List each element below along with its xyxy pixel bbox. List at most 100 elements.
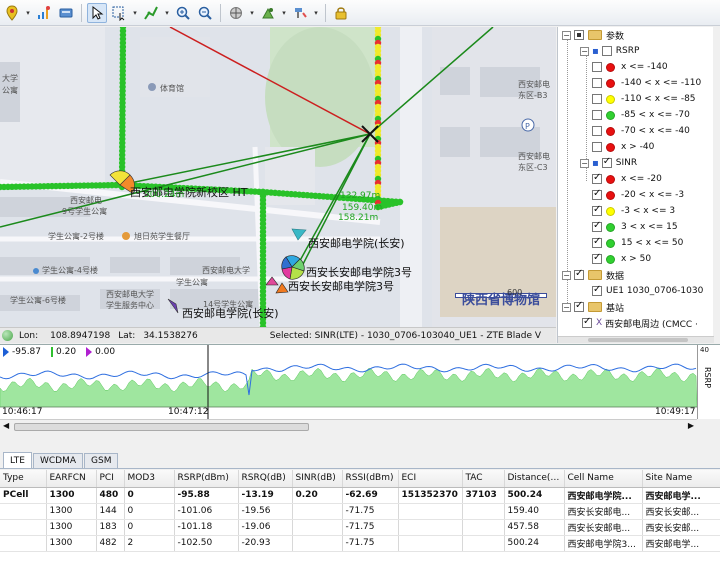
column-header[interactable]: Cell Name <box>564 470 643 488</box>
zoom-out-icon[interactable] <box>195 3 215 23</box>
tree-node-rsrp[interactable]: − ▪ RSRP <box>580 43 639 59</box>
sinr-checkbox[interactable] <box>601 156 612 168</box>
rsrp-range-item[interactable]: -110 < x <= -85 <box>592 91 696 107</box>
column-header[interactable]: Site Name <box>642 470 720 488</box>
layer-tree-panel[interactable]: − 参数 − ▪ RSRP x <= -140 -140 < x <= -110 -… <box>557 27 720 343</box>
paint-icon[interactable] <box>290 3 310 23</box>
rsrp-range-checkbox[interactable] <box>592 94 602 104</box>
sinr-range-item[interactable]: 15 < x <= 50 <box>592 235 683 251</box>
table-cell <box>0 535 47 552</box>
column-header[interactable]: EARFCN <box>46 470 97 488</box>
sinr-range-item[interactable]: 3 < x <= 15 <box>592 219 678 235</box>
sinr-range-checkbox[interactable] <box>592 188 602 200</box>
expander-minus-icon[interactable]: − <box>562 302 571 312</box>
paint-dropdown-icon[interactable]: ▾ <box>312 3 320 23</box>
sinr-range-item[interactable]: -3 < x <= 3 <box>592 203 675 219</box>
select-area-icon[interactable] <box>109 3 129 23</box>
expander-minus-icon[interactable]: − <box>562 30 571 40</box>
scroll-left-icon[interactable]: ◀ <box>3 421 9 430</box>
data-item-checkbox[interactable] <box>592 284 602 296</box>
style-dropdown-icon[interactable]: ▾ <box>280 3 288 23</box>
map-view[interactable]: P 大学 公寓 体育馆 西安邮电 东区-B3 西安邮电 东区-C3 西安邮电 9… <box>0 27 556 327</box>
pointer-icon[interactable] <box>87 2 107 23</box>
tree-node-base-item[interactable]: Ⅹ 西安邮电周边 (CMCC · <box>582 315 698 331</box>
column-header[interactable]: SINR(dB) <box>292 470 343 488</box>
table-row[interactable]: 1300 183 0 -101.18 -19.06 -71.75 457.58 西安长安邮电.… <box>0 519 720 536</box>
column-header[interactable]: Type <box>0 470 47 488</box>
rsrp-range-checkbox[interactable] <box>592 62 602 72</box>
tree-node-base[interactable]: − 基站 <box>562 299 624 315</box>
lock-icon[interactable] <box>331 3 351 23</box>
pan-dropdown-icon[interactable]: ▾ <box>248 3 256 23</box>
data-checkbox[interactable] <box>574 268 584 280</box>
tab-wcdma[interactable]: WCDMA <box>32 453 84 468</box>
site-label-changan-3b[interactable]: 西安长安邮电学院3号 <box>288 278 394 294</box>
table-row[interactable]: 1300 482 2 -102.50 -20.93 -71.75 500.24 西安邮电学院3… <box>0 535 720 552</box>
column-header[interactable]: ECI <box>398 470 463 488</box>
column-header[interactable]: Distance(m) <box>504 470 565 488</box>
layers-icon[interactable] <box>56 3 76 23</box>
style-icon[interactable] <box>258 3 278 23</box>
table-row[interactable]: 1300 144 0 -101.06 -19.56 -71.75 159.40 西安长安邮电.… <box>0 503 720 520</box>
column-header[interactable]: MOD3 <box>124 470 175 488</box>
rsrp-range-item[interactable]: x > -40 <box>592 139 654 155</box>
column-header[interactable]: PCI <box>96 470 125 488</box>
column-header[interactable]: RSRQ(dB) <box>238 470 293 488</box>
expander-minus-icon[interactable]: − <box>580 158 589 168</box>
sinr-range-checkbox[interactable] <box>592 204 602 216</box>
zoom-in-icon[interactable] <box>173 3 193 23</box>
sinr-range-checkbox[interactable] <box>592 236 602 248</box>
route-icon[interactable] <box>141 3 161 23</box>
sinr-range-item[interactable]: x <= -20 <box>592 171 662 187</box>
sinr-range-checkbox[interactable] <box>592 220 602 232</box>
params-checkbox[interactable] <box>574 30 584 40</box>
tree-horizontal-scrollbar[interactable] <box>558 336 714 343</box>
table-row[interactable]: PCell 1300 480 0 -95.88 -13.19 0.20 -62.69 15135… <box>0 487 720 504</box>
tree-node-sinr[interactable]: − ▪ SINR <box>580 155 637 171</box>
sinr-range-item[interactable]: -20 < x <= -3 <box>592 187 684 203</box>
table-cell <box>462 535 505 552</box>
time-series-chart[interactable]: -95.87 0.20 0.00 10:46:17 10:47:12 10:49:1… <box>0 344 720 433</box>
scroll-right-icon[interactable]: ▶ <box>688 421 694 430</box>
rsrp-range-checkbox[interactable] <box>592 126 602 136</box>
expander-minus-icon[interactable]: − <box>562 270 571 280</box>
chart-horizontal-scrollbar[interactable]: ◀ ▶ <box>0 419 697 433</box>
column-header[interactable]: RSSI(dBm) <box>342 470 399 488</box>
cell-table[interactable]: Type EARFCN PCI MOD3 RSRP(dBm) RSRQ(dB) SINR(d… <box>0 470 720 563</box>
route-dropdown-icon[interactable]: ▾ <box>163 3 171 23</box>
expander-minus-icon[interactable]: − <box>580 46 589 56</box>
tree-node-data-item[interactable]: UE1 1030_0706-1030 <box>592 283 703 299</box>
rsrp-range-item[interactable]: x <= -140 <box>592 59 668 75</box>
rsrp-range-checkbox[interactable] <box>592 142 602 152</box>
signal-icon[interactable] <box>34 3 54 23</box>
base-item-checkbox[interactable] <box>582 316 592 328</box>
rsrp-range-item[interactable]: -140 < x <= -110 <box>592 75 701 91</box>
column-header[interactable]: TAC <box>462 470 505 488</box>
sinr-range-checkbox[interactable] <box>592 252 602 264</box>
tab-gsm[interactable]: GSM <box>84 453 119 468</box>
locate-dropdown-icon[interactable]: ▾ <box>24 3 32 23</box>
tree-node-data[interactable]: − 数据 <box>562 267 624 283</box>
rsrp-checkbox[interactable] <box>601 46 612 56</box>
chart-scroll-thumb[interactable] <box>14 423 309 431</box>
tree-hscroll-thumb[interactable] <box>588 338 688 342</box>
column-header[interactable]: RSRP(dBm) <box>174 470 239 488</box>
site-label-changan-1[interactable]: 西安邮电学院(长安) <box>308 235 405 251</box>
rsrp-range-item[interactable]: -85 < x <= -70 <box>592 107 690 123</box>
tab-lte[interactable]: LTE <box>3 452 32 468</box>
map-canvas[interactable]: P <box>0 27 556 327</box>
rsrp-range-checkbox[interactable] <box>592 78 602 88</box>
select-dropdown-icon[interactable]: ▾ <box>131 3 139 23</box>
locate-icon[interactable] <box>2 3 22 23</box>
tree-node-params[interactable]: − 参数 <box>562 27 624 43</box>
sinr-range-checkbox[interactable] <box>592 172 602 184</box>
tree-vertical-scrollbar[interactable] <box>713 27 720 343</box>
rsrp-range-checkbox[interactable] <box>592 110 602 120</box>
site-label-changan-2[interactable]: 西安邮电学院(长安) <box>182 305 279 321</box>
table-cell <box>462 519 505 536</box>
color-dot-icon <box>606 174 615 184</box>
base-checkbox[interactable] <box>574 300 584 312</box>
rsrp-range-item[interactable]: -70 < x <= -40 <box>592 123 690 139</box>
pan-icon[interactable] <box>226 3 246 23</box>
sinr-range-item[interactable]: x > 50 <box>592 251 651 267</box>
